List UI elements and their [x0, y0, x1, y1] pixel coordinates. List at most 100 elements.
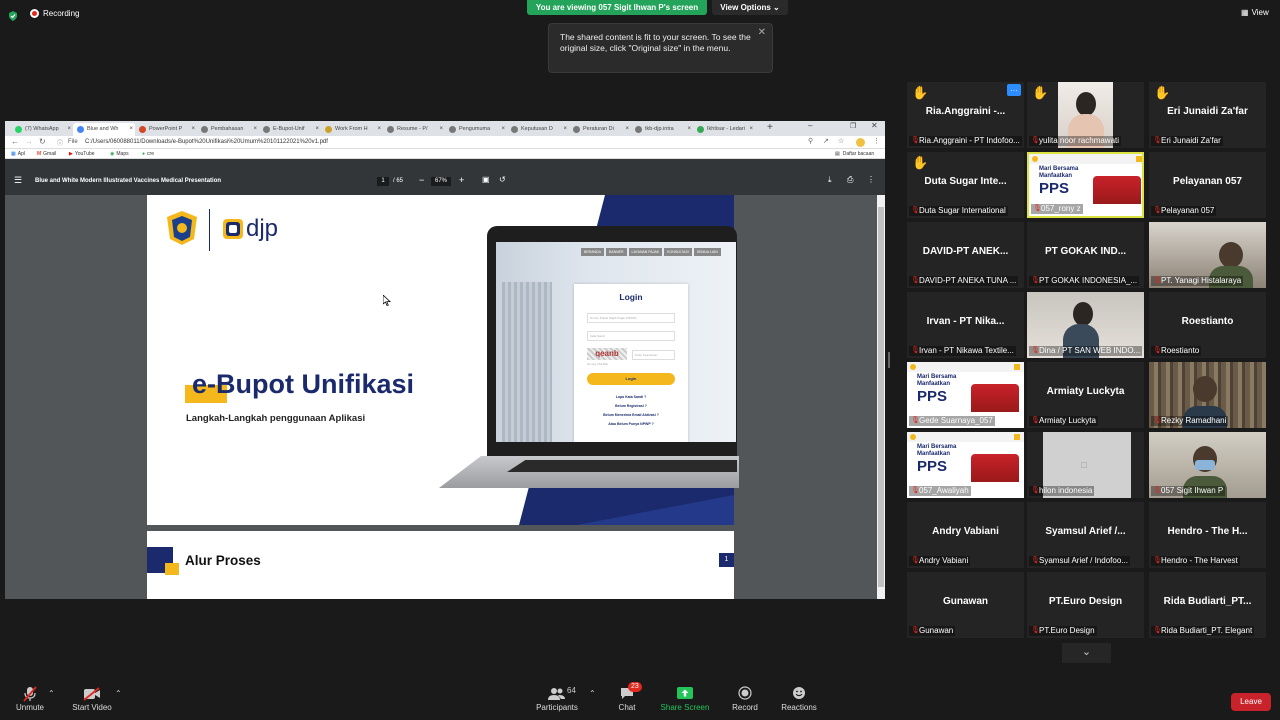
browser-tab[interactable]: Pembahasan × — [197, 123, 259, 136]
back-icon[interactable]: ← — [11, 137, 19, 146]
participant-tile[interactable]: Pelayanan 057 🎙︎ Pelayanan 057 — [1149, 152, 1266, 218]
reading-list-label: Daftar bacaan — [842, 151, 875, 157]
participant-tile[interactable]: Roestianto 🎙︎ Roestianto — [1149, 292, 1266, 358]
browser-tab-active[interactable]: Blue and Wh × — [73, 123, 135, 136]
leave-button[interactable]: Leave — [1231, 693, 1271, 711]
participant-tile[interactable]: PT.Euro Design 🎙︎ PT.Euro Design — [1027, 572, 1144, 638]
participant-tile[interactable]: Andry Vabiani 🎙︎ Andry Vabiani — [907, 502, 1024, 568]
participants-caret-icon[interactable]: ⌃ — [589, 689, 596, 698]
more-menu-icon[interactable]: ⋮ — [873, 137, 880, 145]
view-options-button[interactable]: View Options ⌄ — [712, 0, 788, 15]
browser-tab[interactable]: Keputusan D × — [507, 123, 569, 136]
close-tab-icon[interactable]: × — [501, 123, 505, 136]
video-options-caret-icon[interactable]: ⌃ — [115, 689, 122, 698]
tile-more-options-icon[interactable]: … — [1007, 84, 1021, 96]
close-tab-icon[interactable]: × — [749, 123, 753, 136]
reactions-button[interactable]: Reactions — [778, 683, 820, 712]
participant-tile[interactable]: 🎙︎ 057 Sigit Ihwan P — [1149, 432, 1266, 498]
participant-tile[interactable]: Mari Bersama Manfaatkan PPS 🎙︎ Gede Suarnaya… — [907, 362, 1024, 428]
close-tab-icon[interactable]: × — [67, 123, 71, 136]
search-icon[interactable]: ⚲ — [808, 137, 813, 145]
download-icon[interactable]: ⤓ — [828, 175, 832, 185]
browser-tab[interactable]: PowerPoint P × — [135, 123, 197, 136]
browser-tab[interactable]: Work From H × — [321, 123, 383, 136]
browser-tab[interactable]: (7) WhatsApp × — [11, 123, 73, 136]
more-icon[interactable]: ⋮ — [867, 175, 875, 184]
participant-tile[interactable]: Mari Bersama Manfaatkan PPS 🎙︎ 057_rony z — [1027, 152, 1144, 218]
forward-icon[interactable]: → — [25, 137, 33, 146]
close-tab-icon[interactable]: × — [129, 123, 133, 136]
zoom-in-icon[interactable]: + — [459, 175, 464, 185]
close-tab-icon[interactable]: × — [563, 123, 567, 136]
bookmark-cre[interactable]: ● cre — [142, 151, 154, 157]
participant-tile[interactable]: Eri Junaidi Za'far ✋ 🎙︎ Eri Junaidi Za'far — [1149, 82, 1266, 148]
participant-tile[interactable]: Gunawan 🎙︎ Gunawan — [907, 572, 1024, 638]
participant-tile[interactable]: PT GOKAK IND... 🎙︎ PT GOKAK INDONESIA_... — [1027, 222, 1144, 288]
zoom-out-icon[interactable]: − — [419, 175, 424, 185]
browser-tab[interactable]: Ikhtisar - Ledari × — [693, 123, 755, 136]
close-tab-icon[interactable]: × — [253, 123, 257, 136]
close-window-icon[interactable]: ✕ — [871, 121, 878, 130]
bookmark-apps[interactable]: ▦ Apl — [11, 151, 25, 157]
participant-tile[interactable]: Irvan - PT Nika... 🎙︎ Irvan - PT Nikawa Te… — [907, 292, 1024, 358]
pdf-scrollbar[interactable] — [877, 195, 885, 599]
close-tab-icon[interactable]: × — [377, 123, 381, 136]
participant-tile[interactable]: 🎙︎ Dina / PT SAN WEB INDO... — [1027, 292, 1144, 358]
gallery-next-page-button[interactable]: ⌄ — [1062, 643, 1111, 663]
menu-icon[interactable]: ☰ — [14, 175, 22, 186]
reading-list[interactable]: ▤ Daftar bacaan — [835, 151, 874, 157]
participant-tile[interactable]: 🎙︎ Rezky Ramadhani — [1149, 362, 1266, 428]
url-field[interactable]: C:/Users/060088011/Downloads/e-Bupot%20U… — [85, 139, 328, 145]
participant-tile[interactable]: Mari Bersama Manfaatkan PPS 🎙︎ 057_Awaliyah — [907, 432, 1024, 498]
bookmark-gmail[interactable]: M Gmail — [37, 151, 56, 157]
share-screen-button[interactable]: Share Screen — [660, 683, 710, 712]
panel-splitter[interactable] — [888, 352, 890, 368]
chat-button[interactable]: 23 Chat — [613, 682, 642, 712]
security-shield-icon[interactable] — [8, 8, 18, 21]
participant-tile[interactable]: Duta Sugar Inte... ✋ 🎙︎ Duta Sugar Internat… — [907, 152, 1024, 218]
participants-button[interactable]: 64 Participants — [533, 683, 581, 712]
audio-options-caret-icon[interactable]: ⌃ — [48, 689, 55, 698]
pps-logo-icon — [910, 434, 916, 440]
participant-tile[interactable]: □ 🎙︎ hilon indonesia — [1027, 432, 1144, 498]
view-button[interactable]: ▦ View — [1241, 8, 1269, 17]
start-video-button[interactable]: Start Video — [70, 683, 114, 712]
close-tab-icon[interactable]: × — [315, 123, 319, 136]
page-number-input[interactable]: 1 — [377, 177, 389, 186]
browser-tab[interactable]: Pengumuma × — [445, 123, 507, 136]
browser-tab[interactable]: tkb-djp.intra × — [631, 123, 693, 136]
bookmark-maps[interactable]: ◉ Maps — [110, 151, 129, 157]
reload-icon[interactable]: ↻ — [39, 137, 46, 146]
print-icon[interactable]: ⎙ — [847, 175, 853, 185]
participant-tile[interactable]: DAVID-PT ANEK... 🎙︎ DAVID-PT ANEKA TUNA ..… — [907, 222, 1024, 288]
browser-tab[interactable]: Resume - P/ × — [383, 123, 445, 136]
participant-tile[interactable]: ✋ 🎙︎ yulita noor rachmawati — [1027, 82, 1144, 148]
close-tab-icon[interactable]: × — [439, 123, 443, 136]
fit-page-icon[interactable]: ▣ — [482, 175, 490, 184]
browser-tab[interactable]: E-Bupot-Unif × — [259, 123, 321, 136]
recording-indicator[interactable]: Recording — [30, 8, 79, 19]
close-tab-icon[interactable]: × — [687, 123, 691, 136]
close-tab-icon[interactable]: × — [191, 123, 195, 136]
bookmark-youtube[interactable]: ▶ YouTube — [69, 151, 95, 157]
participant-tile[interactable]: Armiaty Luckyta 🎙︎ Armiaty Luckyta — [1027, 362, 1144, 428]
login-card: Login Nomor Pokok Wajib Pajak (NPWP) Kat… — [574, 284, 688, 442]
close-icon[interactable]: ✕ — [758, 27, 766, 38]
participant-tile[interactable]: 🎙︎ PT. Yanagi Histalaraya — [1149, 222, 1266, 288]
zoom-input[interactable]: 67% — [431, 177, 451, 186]
participant-tile[interactable]: Rida Budiarti_PT... 🎙︎ Rida Budiarti_PT. E… — [1149, 572, 1266, 638]
restore-icon[interactable]: ❐ — [850, 122, 856, 130]
rotate-icon[interactable]: ↺ — [499, 175, 506, 184]
participant-tile[interactable]: Hendro - The H... 🎙︎ Hendro - The Harvest — [1149, 502, 1266, 568]
bookmark-star-icon[interactable]: ☆ — [838, 137, 844, 145]
profile-avatar-icon[interactable] — [856, 138, 865, 147]
record-button[interactable]: Record — [729, 683, 761, 712]
browser-tab[interactable]: Peraturan Di × — [569, 123, 631, 136]
new-tab-icon[interactable]: + — [767, 122, 773, 133]
close-tab-icon[interactable]: × — [625, 123, 629, 136]
participant-tile[interactable]: Syamsul Arief /... 🎙︎ Syamsul Arief / Indo… — [1027, 502, 1144, 568]
unmute-button[interactable]: Unmute — [13, 683, 47, 712]
minimize-icon[interactable]: – — [808, 121, 812, 130]
scrollbar-thumb[interactable] — [878, 207, 884, 587]
share-icon[interactable]: ↗ — [823, 137, 829, 145]
